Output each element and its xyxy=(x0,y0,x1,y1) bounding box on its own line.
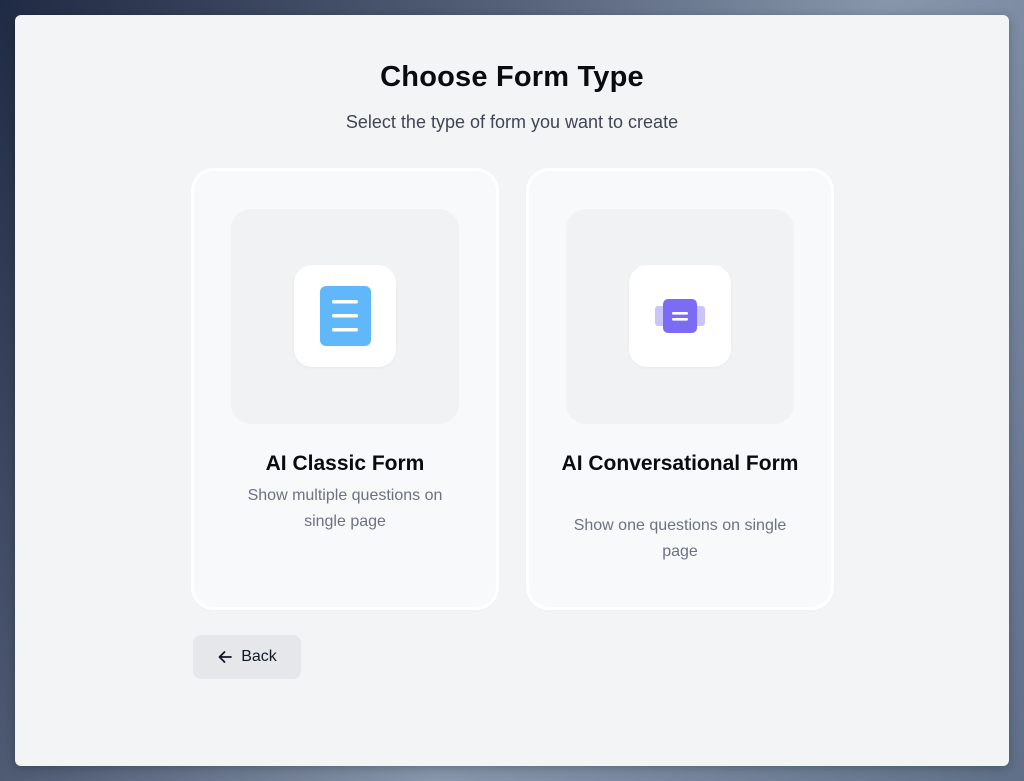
classic-form-title: AI Classic Form xyxy=(265,452,425,475)
arrow-left-icon xyxy=(218,651,233,663)
conversational-form-card[interactable]: AI Conversational Form Show one question… xyxy=(529,171,831,607)
conversational-form-description: Show one questions on single page xyxy=(573,517,787,560)
page-title: Choose Form Type xyxy=(380,61,644,93)
conversational-form-title: AI Conversational Form xyxy=(561,452,799,475)
classic-form-card[interactable]: AI Classic Form Show multiple questions … xyxy=(194,171,496,607)
conversational-form-icon-tile xyxy=(629,265,731,367)
back-button-label: Back xyxy=(241,648,277,665)
conversational-form-preview xyxy=(566,209,794,424)
back-button[interactable]: Back xyxy=(193,635,301,679)
classic-form-description: Show multiple questions on single page xyxy=(247,487,443,530)
document-icon xyxy=(320,286,371,346)
page-subtitle: Select the type of form you want to crea… xyxy=(345,112,679,132)
form-type-dialog: Choose Form Type Select the type of form… xyxy=(15,15,1009,766)
chat-cards-icon xyxy=(655,299,705,333)
classic-form-icon-tile xyxy=(294,265,396,367)
classic-form-preview xyxy=(231,209,459,424)
